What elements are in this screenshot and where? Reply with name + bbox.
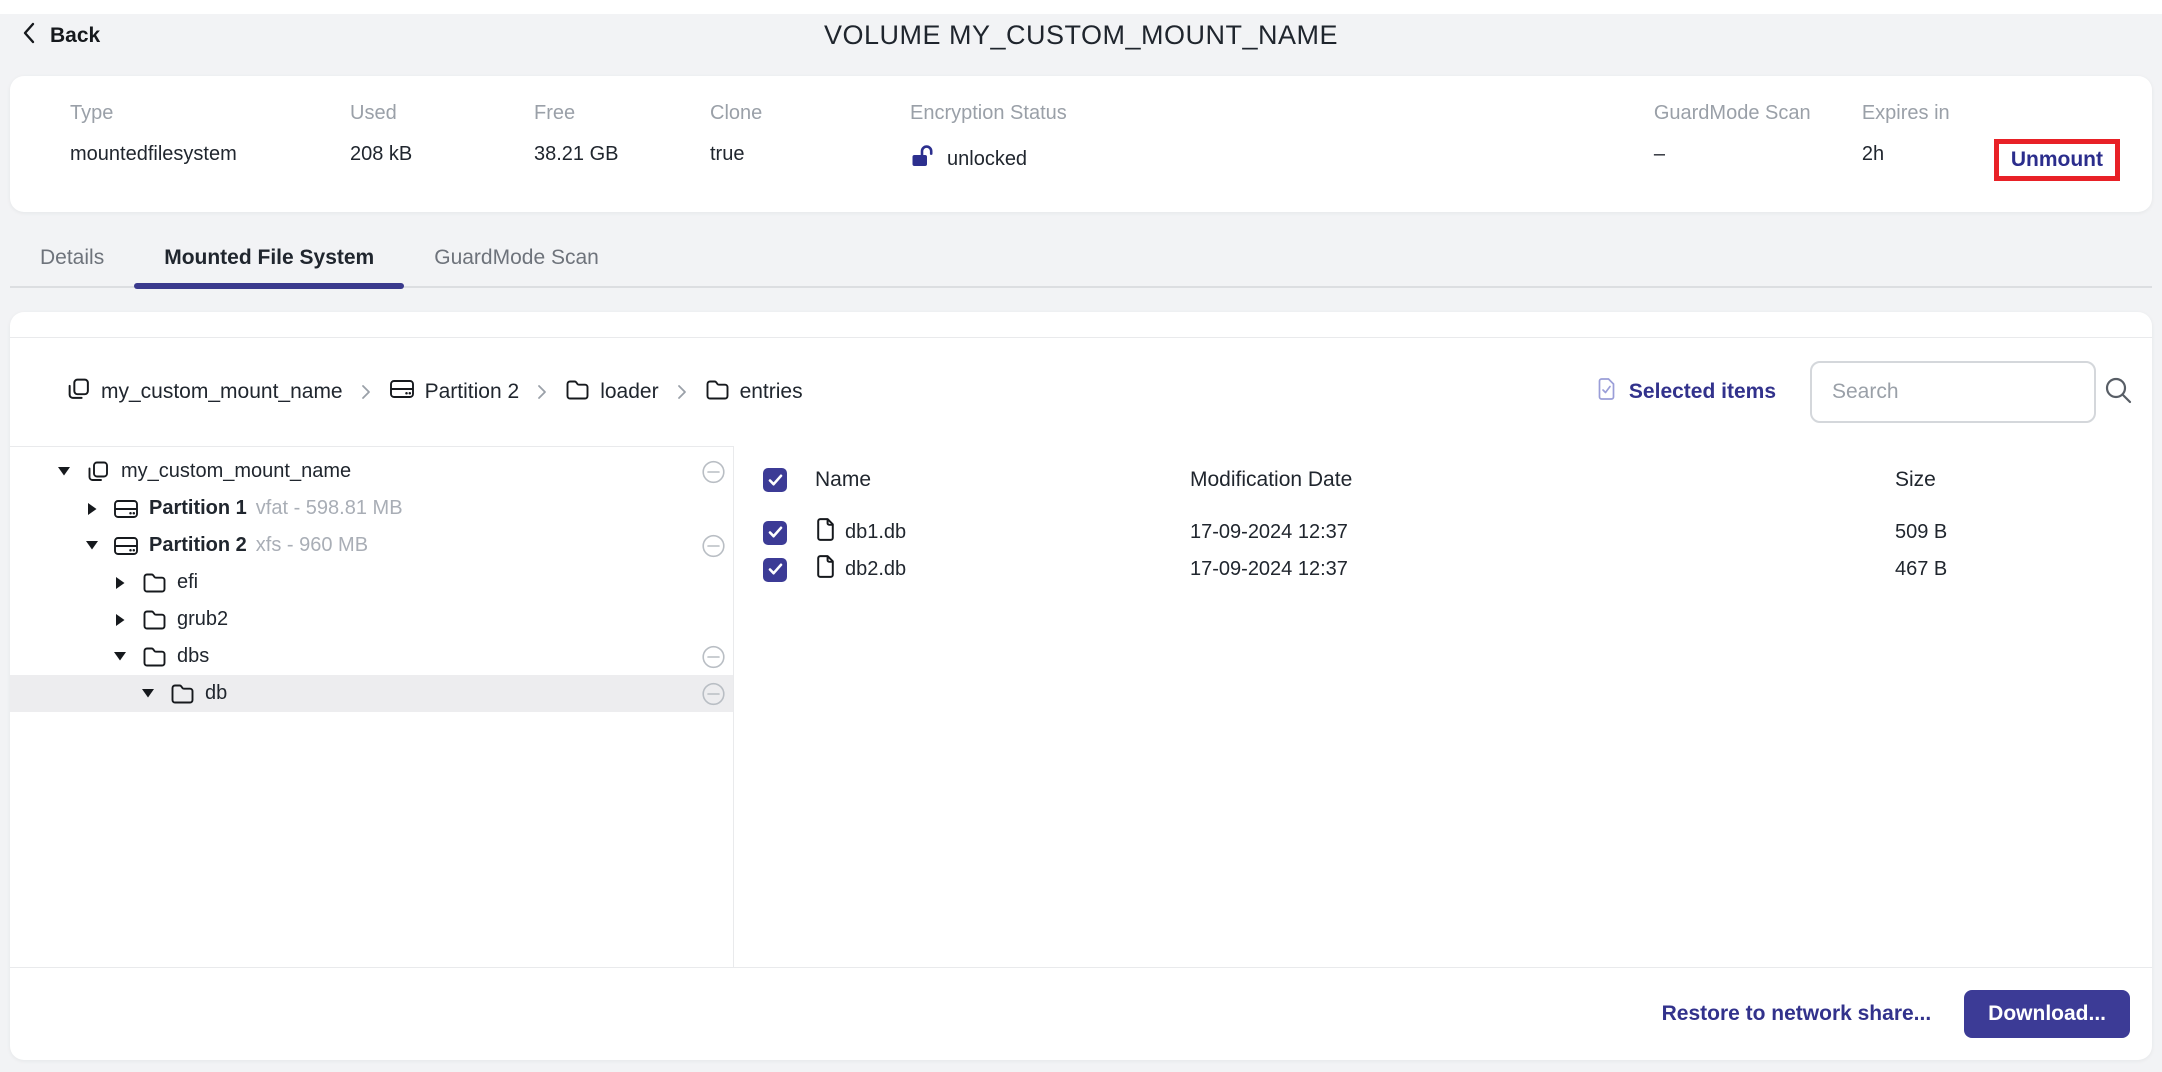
folder-icon <box>141 645 167 668</box>
select-all-checkbox[interactable] <box>763 468 787 492</box>
tree-item-efi[interactable]: efi <box>10 564 733 601</box>
column-header-modification-date[interactable]: Modification Date <box>1190 468 1895 492</box>
tab-details[interactable]: Details <box>10 229 134 287</box>
selected-items-button[interactable]: Selected items <box>1596 377 1776 407</box>
caret-right-icon[interactable] <box>85 503 99 515</box>
chevron-right-icon <box>361 384 371 400</box>
doc-check-icon <box>1596 377 1617 407</box>
caret-right-icon[interactable] <box>113 614 127 626</box>
caret-down-icon[interactable] <box>113 652 127 661</box>
file-modified: 17-09-2024 12:37 <box>1190 521 1895 544</box>
file-icon <box>815 517 836 548</box>
breadcrumb-toolbar-row: my_custom_mount_name Partition 2 loader <box>10 338 2152 446</box>
search-box <box>1810 361 2096 423</box>
info-field-type: Type mountedfilesystem <box>70 102 350 166</box>
info-field-guardmode-scan: GuardMode Scan – <box>1654 102 1862 166</box>
clone-icon <box>85 460 111 484</box>
browser-content: my_custom_mount_name Partition 1 vfat - … <box>10 446 2152 967</box>
file-size: 509 B <box>1895 521 2152 544</box>
folder-icon <box>705 378 730 407</box>
breadcrumb-item-volume[interactable]: my_custom_mount_name <box>66 377 343 408</box>
clone-icon <box>66 377 91 408</box>
row-checkbox[interactable] <box>763 558 787 582</box>
breadcrumb-item-loader[interactable]: loader <box>565 378 658 407</box>
table-row-db1[interactable]: db1.db 17-09-2024 12:37 509 B <box>734 514 2152 551</box>
file-table: Name Modification Date Size db1.db 17-09… <box>734 446 2152 967</box>
file-name: db2.db <box>845 558 906 581</box>
tabs-bar: Details Mounted File System GuardMode Sc… <box>10 230 2152 288</box>
file-browser-card: my_custom_mount_name Partition 2 loader <box>10 312 2152 1060</box>
chevron-right-icon <box>677 384 687 400</box>
column-header-size[interactable]: Size <box>1895 468 2152 492</box>
caret-down-icon[interactable] <box>141 689 155 698</box>
tree-item-grub2[interactable]: grub2 <box>10 601 733 638</box>
breadcrumb-item-entries[interactable]: entries <box>705 378 803 407</box>
toolbar-right: Selected items <box>1596 361 2096 423</box>
page-title: VOLUME MY_CUSTOM_MOUNT_NAME <box>0 20 2162 51</box>
caret-down-icon[interactable] <box>57 467 71 476</box>
volume-info-card: Type mountedfilesystem Used 208 kB Free … <box>10 76 2152 212</box>
search-input[interactable] <box>1832 380 2103 404</box>
top-strip <box>0 0 2162 14</box>
partition-icon <box>389 377 415 407</box>
unmount-button[interactable]: Unmount <box>2011 148 2103 172</box>
info-field-free: Free 38.21 GB <box>534 102 710 166</box>
row-checkbox[interactable] <box>763 521 787 545</box>
tree-item-db[interactable]: db <box>10 675 733 712</box>
tab-guardmode-scan[interactable]: GuardMode Scan <box>404 229 629 287</box>
tree-item-partition-1[interactable]: Partition 1 vfat - 598.81 MB <box>10 490 733 527</box>
search-icon[interactable] <box>2103 375 2133 410</box>
tree-item-my-custom-mount-name[interactable]: my_custom_mount_name <box>10 453 733 490</box>
unlock-icon <box>910 143 937 175</box>
collapse-icon[interactable] <box>702 682 725 705</box>
chevron-right-icon <box>537 384 547 400</box>
file-name: db1.db <box>845 521 906 544</box>
caret-right-icon[interactable] <box>113 577 127 589</box>
tab-mounted-file-system[interactable]: Mounted File System <box>134 229 404 287</box>
caret-down-icon[interactable] <box>85 541 99 550</box>
file-size: 467 B <box>1895 558 2152 581</box>
folder-icon <box>565 378 590 407</box>
page-header: Back VOLUME MY_CUSTOM_MOUNT_NAME <box>0 14 2162 66</box>
file-modified: 17-09-2024 12:37 <box>1190 558 1895 581</box>
table-header-row: Name Modification Date Size <box>734 458 2152 502</box>
info-field-encryption-status: Encryption Status unlocked <box>910 102 1654 175</box>
partition-icon <box>113 497 139 521</box>
folder-icon <box>141 571 167 594</box>
file-icon <box>815 554 836 585</box>
file-tree: my_custom_mount_name Partition 1 vfat - … <box>10 446 734 967</box>
info-field-expires-in: Expires in 2h <box>1862 102 1982 166</box>
tree-item-partition-2[interactable]: Partition 2 xfs - 960 MB <box>10 527 733 564</box>
restore-to-network-share-button[interactable]: Restore to network share... <box>1662 1002 1932 1026</box>
download-button[interactable]: Download... <box>1964 990 2130 1038</box>
actions-footer: Restore to network share... Download... <box>10 967 2152 1060</box>
breadcrumb: my_custom_mount_name Partition 2 loader <box>66 377 1596 408</box>
collapse-icon[interactable] <box>702 645 725 668</box>
card-top-strip <box>10 312 2152 338</box>
column-header-name[interactable]: Name <box>815 468 1190 492</box>
folder-icon <box>141 608 167 631</box>
folder-icon <box>169 682 195 705</box>
unmount-highlight-box: Unmount <box>1994 139 2120 181</box>
table-row-db2[interactable]: db2.db 17-09-2024 12:37 467 B <box>734 551 2152 588</box>
collapse-icon[interactable] <box>702 534 725 557</box>
partition-icon <box>113 534 139 558</box>
breadcrumb-item-partition-2[interactable]: Partition 2 <box>389 377 520 407</box>
collapse-icon[interactable] <box>702 460 725 483</box>
tree-item-dbs[interactable]: dbs <box>10 638 733 675</box>
info-field-clone: Clone true <box>710 102 910 166</box>
info-field-used: Used 208 kB <box>350 102 534 166</box>
